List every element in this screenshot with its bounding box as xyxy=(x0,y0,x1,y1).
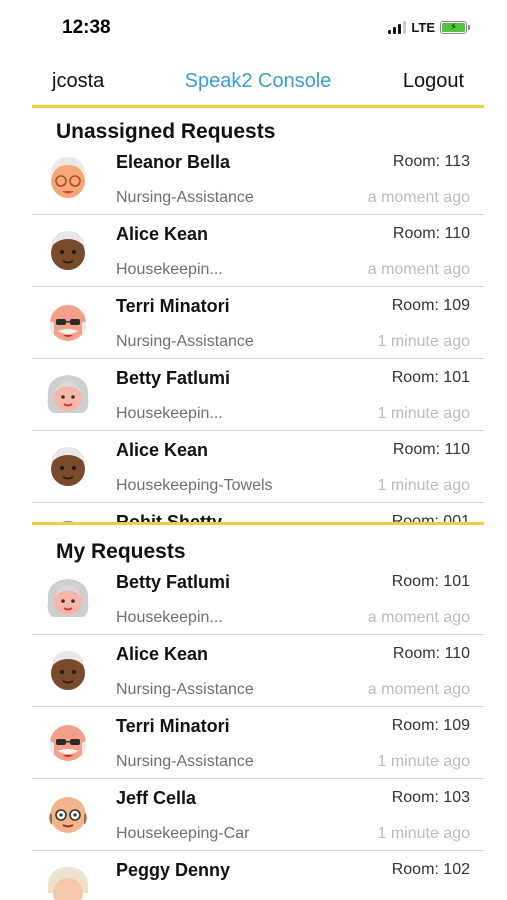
room-label: Room: xyxy=(391,369,439,386)
request-time: 1 minute ago xyxy=(377,477,470,494)
request-type: Housekeeping-Towels xyxy=(116,477,273,494)
room-number: Room: 109 xyxy=(392,717,470,735)
patient-name: Peggy Denny xyxy=(116,860,231,880)
request-type: Nursing-Assistance xyxy=(116,189,254,206)
patient-name: Betty Fatlumi xyxy=(116,368,231,388)
patient-name: Eleanor Bella xyxy=(116,152,231,172)
room-value: 110 xyxy=(444,645,470,662)
room-number: Room: 113 xyxy=(393,153,470,171)
request-row[interactable]: Alice Kean Room: 110 Housekeepin... a mo… xyxy=(32,215,484,287)
room-value: 001 xyxy=(443,513,470,522)
request-type: Nursing-Assistance xyxy=(116,753,254,770)
request-row[interactable]: Rohit Shetty Room: 001 xyxy=(32,503,484,522)
room-value: 110 xyxy=(444,441,470,458)
request-row[interactable]: Peggy Denny Room: 102 xyxy=(32,851,484,900)
room-label: Room: xyxy=(391,573,439,590)
room-label: Room: xyxy=(392,225,441,242)
nav-bar: jcosta Speak2 Console Logout xyxy=(32,56,484,108)
request-row[interactable]: Alice Kean Room: 110 Nursing-Assistance … xyxy=(32,635,484,707)
room-label: Room: xyxy=(391,297,439,314)
my-requests-list: Betty Fatlumi Room: 101 Housekeepin... a… xyxy=(32,563,484,900)
room-label: Room: xyxy=(391,861,439,878)
room-value: 103 xyxy=(443,789,470,806)
room-value: 102 xyxy=(443,861,470,878)
room-number: Room: 101 xyxy=(392,369,470,387)
room-number: Room: 110 xyxy=(393,645,470,663)
status-bar: 12:38 LTE ⚡ xyxy=(0,0,507,56)
request-row[interactable]: Terri Minatori Room: 109 Nursing-Assista… xyxy=(32,707,484,779)
battery-charging-icon: ⚡ xyxy=(440,21,470,34)
request-time: a moment ago xyxy=(367,189,470,206)
room-label: Room: xyxy=(391,513,439,522)
room-label: Room: xyxy=(392,645,441,662)
request-type: Housekeepin... xyxy=(116,405,223,422)
blonde-woman-avatar xyxy=(47,867,89,900)
request-type: Housekeepin... xyxy=(116,609,223,626)
request-time: 1 minute ago xyxy=(377,753,470,770)
request-row[interactable]: Betty Fatlumi Room: 101 Housekeepin... 1… xyxy=(32,359,484,431)
request-type: Housekeeping-Car xyxy=(116,825,250,842)
patient-name: Alice Kean xyxy=(116,224,209,244)
request-time: a moment ago xyxy=(367,261,470,278)
request-row[interactable]: Jeff Cella Room: 103 Housekeeping-Car 1 … xyxy=(32,779,484,851)
patient-name: Terri Minatori xyxy=(116,716,230,736)
request-time: 1 minute ago xyxy=(377,405,470,422)
status-icons: LTE ⚡ xyxy=(388,20,470,35)
patient-name: Alice Kean xyxy=(116,644,209,664)
dark-skin-woman-avatar xyxy=(51,231,85,270)
gray-hair-woman-avatar xyxy=(47,579,89,617)
request-time: a moment ago xyxy=(367,681,470,698)
request-type: Nursing-Assistance xyxy=(116,333,254,350)
room-value: 101 xyxy=(443,573,470,590)
request-type: Nursing-Assistance xyxy=(116,681,254,698)
dark-skin-woman-avatar xyxy=(51,651,85,690)
room-number: Room: 103 xyxy=(392,789,470,807)
room-value: 109 xyxy=(443,297,470,314)
patient-name: Terri Minatori xyxy=(116,296,230,316)
request-type: Housekeepin... xyxy=(116,261,223,278)
room-number: Room: 001 xyxy=(392,513,470,522)
patient-name: Jeff Cella xyxy=(116,788,197,808)
room-number: Room: 110 xyxy=(393,225,470,243)
status-time: 12:38 xyxy=(62,17,111,38)
room-label: Room: xyxy=(392,441,441,458)
room-value: 113 xyxy=(444,153,470,170)
room-label: Room: xyxy=(391,789,439,806)
room-label: Room: xyxy=(391,717,439,734)
request-time: a moment ago xyxy=(367,609,470,626)
patient-name: Betty Fatlumi xyxy=(116,572,231,592)
bald-man-glasses-avatar xyxy=(49,797,87,833)
room-label: Room: xyxy=(392,153,441,170)
network-label: LTE xyxy=(411,20,435,35)
request-time: 1 minute ago xyxy=(377,333,470,350)
gray-hair-woman-avatar xyxy=(47,375,89,413)
request-row[interactable]: Alice Kean Room: 110 Housekeeping-Towels… xyxy=(32,431,484,503)
room-number: Room: 101 xyxy=(392,573,470,591)
room-value: 101 xyxy=(443,369,470,386)
room-number: Room: 109 xyxy=(392,297,470,315)
request-time: 1 minute ago xyxy=(377,825,470,842)
my-requests-header: My Requests xyxy=(56,540,186,563)
room-number: Room: 110 xyxy=(393,441,470,459)
patient-name: Alice Kean xyxy=(116,440,209,460)
older-woman-glasses-avatar xyxy=(50,157,86,198)
request-row[interactable]: Eleanor Bella Room: 113 Nursing-Assistan… xyxy=(32,143,484,215)
patient-name: Rohit Shetty xyxy=(116,512,222,522)
partial-avatar xyxy=(62,521,74,522)
bald-man-mustache-avatar xyxy=(49,305,87,341)
request-row[interactable]: Terri Minatori Room: 109 Nursing-Assista… xyxy=(32,287,484,359)
unassigned-requests-header: Unassigned Requests xyxy=(56,120,276,143)
dark-skin-woman-avatar xyxy=(51,447,85,486)
unassigned-requests-list: Eleanor Bella Room: 113 Nursing-Assistan… xyxy=(32,143,484,522)
room-value: 110 xyxy=(444,225,470,242)
section-divider xyxy=(32,522,484,525)
logout-button[interactable]: Logout xyxy=(403,70,464,93)
bald-man-mustache-avatar xyxy=(49,725,87,761)
room-value: 109 xyxy=(443,717,470,734)
room-number: Room: 102 xyxy=(392,861,470,879)
request-row[interactable]: Betty Fatlumi Room: 101 Housekeepin... a… xyxy=(32,563,484,635)
signal-icon xyxy=(388,21,407,34)
